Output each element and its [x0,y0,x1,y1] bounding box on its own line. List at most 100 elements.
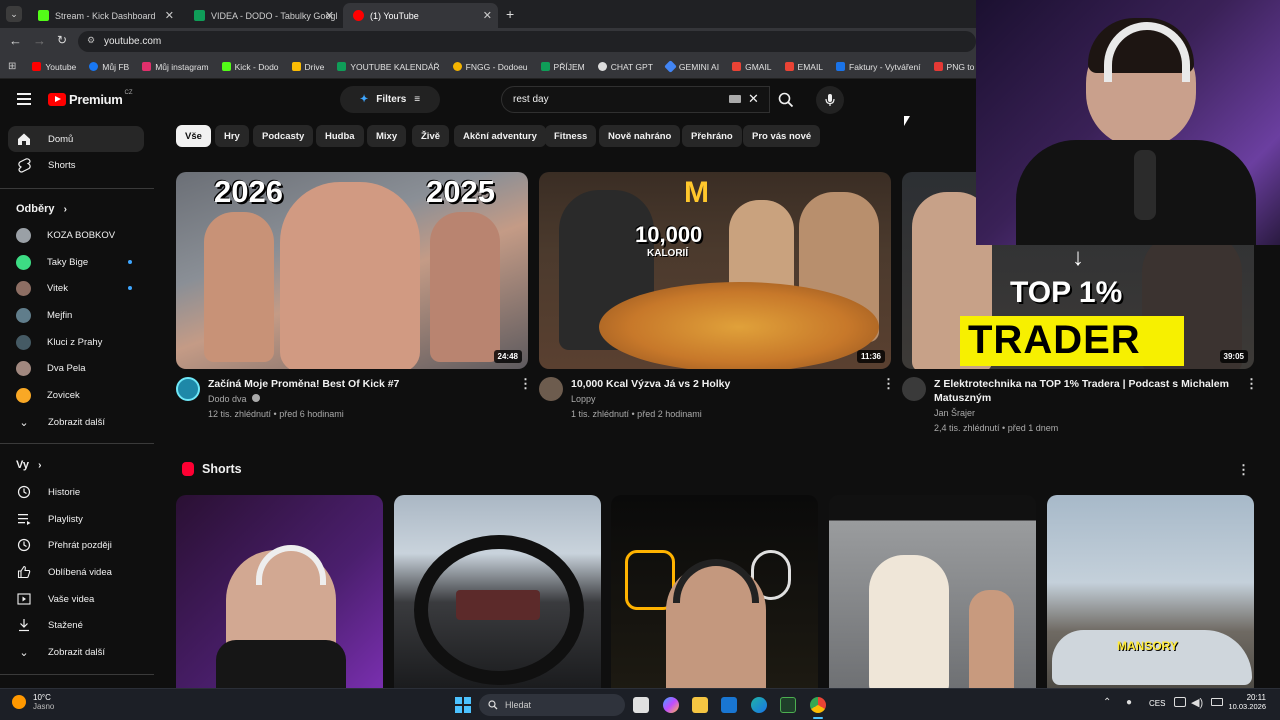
video-thumbnail[interactable]: 2026 2025 24:48 [176,172,528,369]
sidebar-item-vitek[interactable]: Vitek [8,275,144,301]
chip-music[interactable]: Hudba [316,125,364,147]
close-icon[interactable]: ✕ [165,9,174,22]
video-thumbnail[interactable]: M 10,000 KALORIÍ 11:36 [539,172,891,369]
site-info-icon[interactable]: ⚙ [87,35,95,46]
keyboard-icon[interactable] [729,95,741,103]
taskbar-search[interactable]: Hledat [479,694,625,716]
terminal-icon[interactable] [780,697,796,713]
short-thumbnail[interactable] [176,495,383,690]
you-header[interactable]: Vy › [16,459,41,471]
sidebar-item-playlists[interactable]: Playlisty [8,506,144,532]
chip-podcasts[interactable]: Podcasty [253,125,314,147]
edge-icon[interactable] [751,697,767,713]
chip-all[interactable]: Vše [176,125,211,147]
chip-mixes[interactable]: Mixy [367,125,407,147]
weather-widget[interactable]: 10°C Jasno [12,693,54,711]
clear-search-icon[interactable]: ✕ [748,91,759,107]
copilot-icon[interactable] [663,697,679,713]
bookmark-prijem[interactable]: PŘÍJEM [540,62,585,72]
bookmark-email[interactable]: EMAIL [784,62,823,72]
short-thumbnail[interactable] [611,495,818,690]
forward-icon[interactable]: → [33,33,46,48]
chip-recently-uploaded[interactable]: Nově nahráno [599,125,681,147]
more-options-icon[interactable]: ⋮ [882,376,895,392]
url-bar[interactable]: ⚙ youtube.com [78,31,976,52]
new-tab-button[interactable]: + [506,6,514,22]
channel-name[interactable]: Jan Šrajer [934,406,975,420]
channel-avatar[interactable] [176,377,200,401]
file-explorer-icon[interactable] [692,697,708,713]
close-icon[interactable]: ✕ [483,9,492,22]
sidebar-item-dva-pela[interactable]: Dva Pela [8,355,144,381]
network-icon[interactable] [1174,697,1186,707]
tab-kick-dashboard[interactable]: Stream - Kick Dashboard ✕ [28,3,180,28]
youtube-logo[interactable]: Premium CZ [48,90,133,107]
video-title[interactable]: Začíná Moje Proměna! Best Of Kick #7 [208,377,508,391]
bookmark-drive[interactable]: Drive [291,62,324,72]
bookmark-fngg[interactable]: FNGG - Dodoeu [452,62,528,72]
chip-action-adventure[interactable]: Akční adventury [454,125,546,147]
bookmark-gemini[interactable]: GEMINI AI [664,60,719,73]
sidebar-item-taky-bige[interactable]: Taky Bige [8,249,144,275]
search-button[interactable] [770,86,802,113]
sidebar-item-watch-later[interactable]: Přehrát později [8,532,144,558]
search-input[interactable]: rest day ✕ [501,86,770,113]
chip-live[interactable]: Živě [412,125,450,147]
menu-icon[interactable] [17,93,31,105]
tab-youtube[interactable]: (1) YouTube ✕ [343,3,498,28]
tray-overflow-icon[interactable]: ⌃ [1103,697,1111,708]
battery-icon[interactable] [1211,698,1223,706]
chip-new-to-you[interactable]: Pro vás nové [743,125,821,147]
bookmark-faktury[interactable]: Faktury - Vytváření [836,62,921,72]
sidebar-item-shorts[interactable]: Shorts [8,152,144,178]
shorts-more-options-icon[interactable]: ⋮ [1237,462,1250,478]
bookmark-youtube[interactable]: Youtube [32,62,76,72]
channel-avatar[interactable] [539,377,563,401]
outlook-icon[interactable] [721,697,737,713]
short-thumbnail[interactable] [829,495,1036,690]
chrome-icon[interactable] [810,697,826,713]
volume-icon[interactable]: ◀) [1191,696,1203,709]
more-options-icon[interactable]: ⋮ [519,376,532,392]
subscriptions-header[interactable]: Odběry › [16,203,67,215]
sidebar-item-your-videos[interactable]: Vaše videa [8,586,144,612]
video-title[interactable]: 10,000 Kcal Výzva Já vs 2 Holky [571,377,871,391]
sidebar-item-zovicek[interactable]: Zovicek [8,382,144,408]
filters-button[interactable]: ✦ Filters ≡ [340,86,440,113]
bookmark-fb[interactable]: Můj FB [89,62,129,72]
bookmark-instagram[interactable]: Můj instagram [142,62,209,72]
channel-avatar[interactable] [902,377,926,401]
sidebar-item-liked-videos[interactable]: Oblíbená videa [8,559,144,585]
sidebar-item-history[interactable]: Historie [8,479,144,505]
sidebar-item-kluci-z-prahy[interactable]: Kluci z Prahy [8,329,144,355]
chip-watched[interactable]: Přehráno [682,125,742,147]
tray-microphone-icon[interactable]: ● [1126,697,1132,708]
chip-games[interactable]: Hry [215,125,249,147]
sidebar-item-home[interactable]: Domů [8,126,144,152]
sidebar-item-mejfin[interactable]: Mejfin [8,302,144,328]
tab-list-icon[interactable]: ⌄ [6,6,22,22]
channel-name[interactable]: Loppy [571,392,596,406]
more-options-icon[interactable]: ⋮ [1245,376,1258,392]
tab-google-sheets[interactable]: VIDEA - DODO - Tabulky Googl ✕ [184,3,340,28]
bookmark-chatgpt[interactable]: CHAT GPT [597,62,653,72]
back-icon[interactable]: ← [9,33,22,48]
close-icon[interactable]: ✕ [325,9,334,22]
bookmark-gmail[interactable]: GMAIL [732,62,772,72]
apps-icon[interactable]: ⊞ [8,61,16,72]
reload-icon[interactable]: ↻ [57,33,67,47]
sidebar-item-koza-bobkov[interactable]: KOZA BOBKOV [8,222,144,248]
language-indicator[interactable]: CES [1149,699,1165,708]
video-title[interactable]: Z Elektrotechnika na TOP 1% Tradera | Po… [934,377,1234,405]
sidebar-item-downloads[interactable]: Stažené [8,612,144,638]
short-thumbnail[interactable] [394,495,601,690]
start-button[interactable] [455,697,471,713]
bookmark-yt-calendar[interactable]: YOUTUBE KALENDÁŘ [337,62,440,72]
voice-search-button[interactable] [816,86,844,114]
channel-name[interactable]: Dodo dva [208,392,261,406]
bookmark-png-pdf[interactable]: PNG to PDF [933,62,976,72]
sidebar-show-more-subs[interactable]: ⌄ Zobrazit další [8,409,144,435]
sidebar-show-more-you[interactable]: ⌄ Zobrazit další [8,639,144,665]
bookmark-kick[interactable]: Kick - Dodo [221,62,279,72]
clock[interactable]: 20:11 10.03.2026 [1228,693,1266,711]
